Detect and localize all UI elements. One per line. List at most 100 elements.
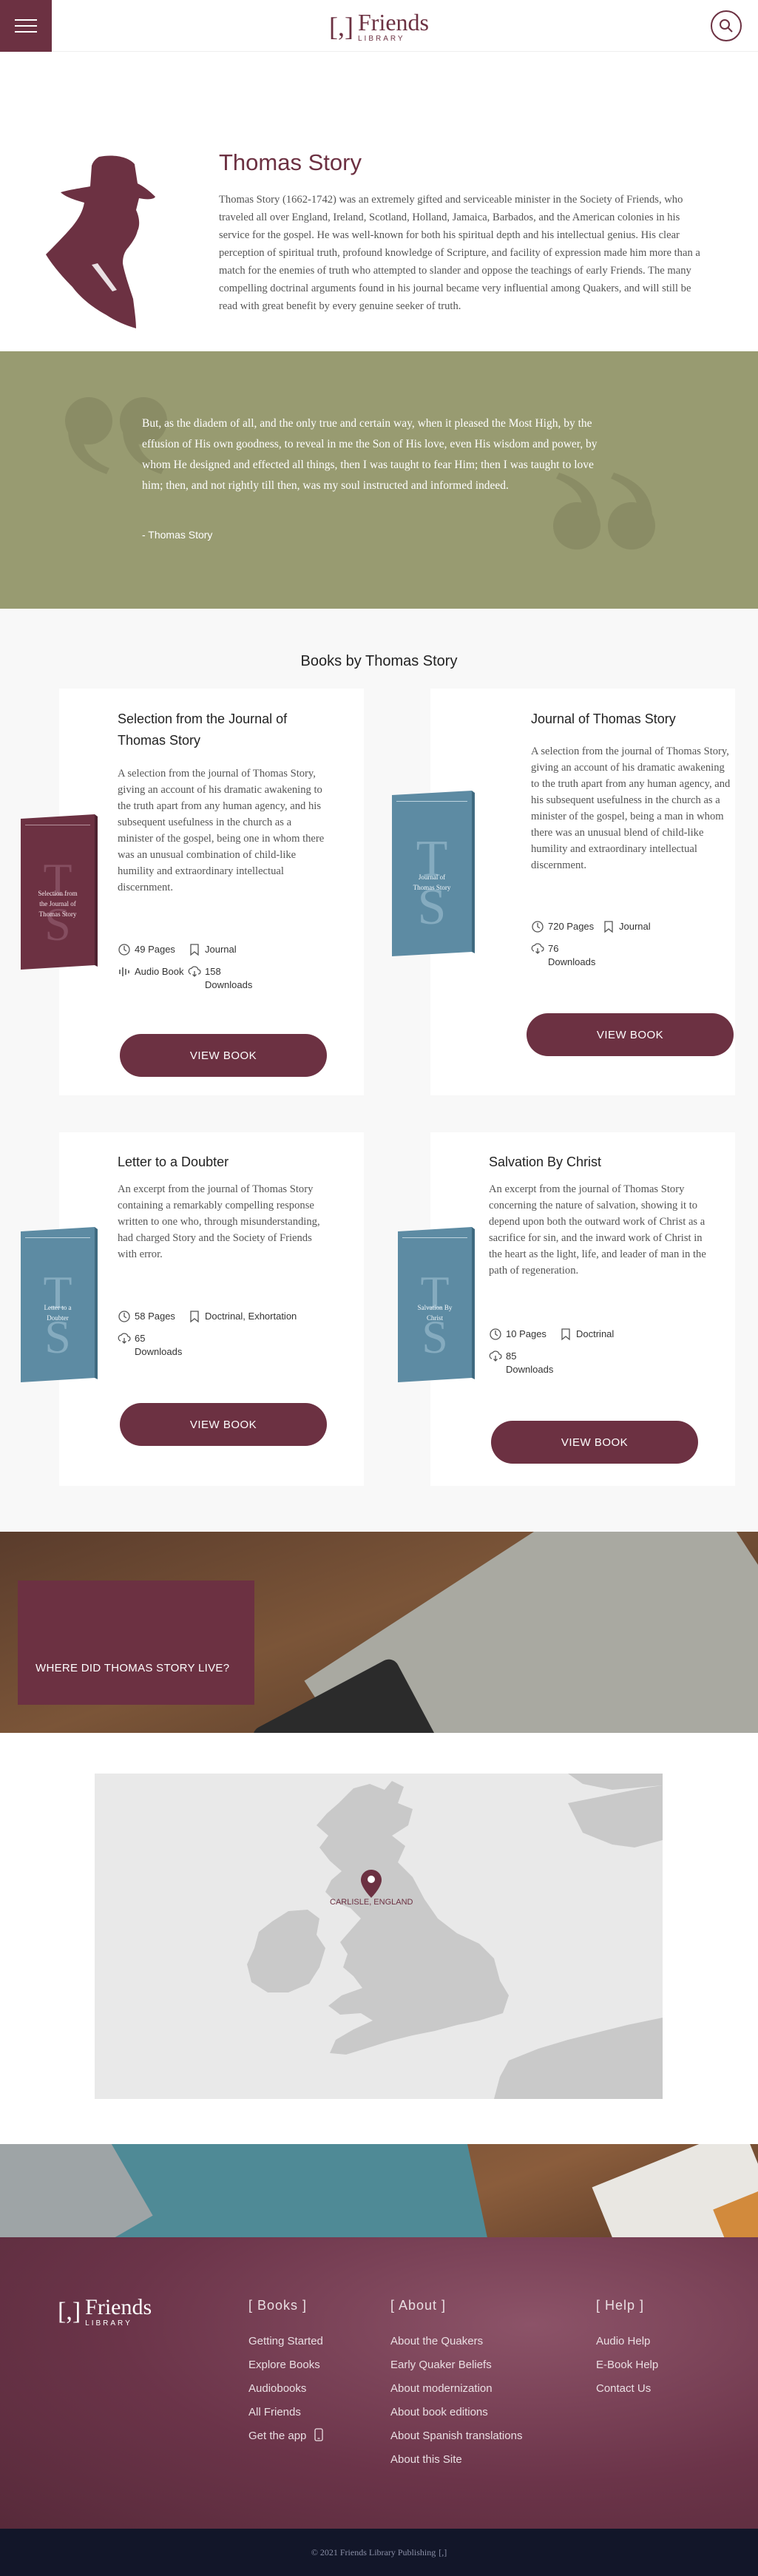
view-book-button[interactable]: VIEW BOOK bbox=[120, 1403, 327, 1446]
footer-link-spanish-translations[interactable]: About Spanish translations bbox=[390, 2424, 522, 2448]
author-section: Thomas Story Thomas Story (1662-1742) wa… bbox=[0, 52, 758, 351]
logo-name: Friends bbox=[357, 9, 429, 36]
book-card: T S Salvation By Christ Salvation By Chr… bbox=[398, 1132, 735, 1486]
footer-help-heading: [ Help ] bbox=[596, 2298, 645, 2313]
book-downloads: 158 Downloads bbox=[188, 965, 252, 992]
uk-map bbox=[95, 1774, 663, 2099]
clock-icon bbox=[118, 944, 130, 956]
footer-books-column: [ Books ] Getting Started Explore Books … bbox=[248, 2298, 323, 2448]
book-tag-label: Doctrinal bbox=[576, 1328, 615, 1339]
quote-section: But, as the diadem of all, and the only … bbox=[0, 351, 758, 609]
bookmark-icon bbox=[190, 1311, 199, 1323]
clock-icon bbox=[532, 921, 544, 933]
svg-text:Letter to a: Letter to a bbox=[44, 1304, 72, 1311]
book-description: A selection from the journal of Thomas S… bbox=[118, 768, 325, 893]
footer-link-early-beliefs[interactable]: Early Quaker Beliefs bbox=[390, 2353, 522, 2377]
footer-link-about-site[interactable]: About this Site bbox=[390, 2448, 522, 2472]
footer-link-contact-us[interactable]: Contact Us bbox=[596, 2377, 658, 2401]
book-description: A selection from the journal of Thomas S… bbox=[531, 746, 731, 871]
footer-link-audiobooks[interactable]: Audiobooks bbox=[248, 2377, 323, 2401]
logo-bracket: [,] bbox=[329, 12, 353, 41]
quote-attribution: - Thomas Story bbox=[142, 529, 213, 541]
footer-help-column: [ Help ] Audio Help E-Book Help Contact … bbox=[596, 2298, 658, 2401]
book-tag-label: Journal bbox=[619, 921, 651, 932]
footer-link-get-the-app[interactable]: Get the app bbox=[248, 2424, 323, 2448]
footer-link-audio-help[interactable]: Audio Help bbox=[596, 2330, 658, 2353]
book-pages: 720 Pages bbox=[531, 920, 594, 933]
logo-sub: LIBRARY bbox=[357, 35, 405, 43]
author-bio: Thomas Story (1662-1742) was an extremel… bbox=[219, 194, 700, 312]
book-pages-label: 10 Pages bbox=[506, 1328, 546, 1339]
location-pin-icon[interactable] bbox=[361, 1870, 382, 1898]
books-heading: Books by Thomas Story bbox=[300, 653, 458, 669]
footer-link-explore-books[interactable]: Explore Books bbox=[248, 2353, 323, 2377]
book-description: An excerpt from the journal of Thomas St… bbox=[489, 1183, 706, 1277]
svg-text:Christ: Christ bbox=[427, 1314, 444, 1322]
view-book-button[interactable]: VIEW BOOK bbox=[491, 1421, 698, 1464]
residence-banner: WHERE DID THOMAS STORY LIVE? bbox=[0, 1532, 758, 1733]
footer-about-heading: [ About ] bbox=[390, 2298, 447, 2313]
book-tag-label: Journal bbox=[205, 944, 237, 955]
view-book-button[interactable]: VIEW BOOK bbox=[120, 1034, 327, 1077]
author-silhouette-icon bbox=[46, 155, 155, 328]
book-tag: Doctrinal, Exhortation bbox=[188, 1310, 297, 1323]
footer-link-book-editions[interactable]: About book editions bbox=[390, 2401, 522, 2424]
book-title[interactable]: Selection from the Journal of Thomas Sto… bbox=[118, 709, 325, 751]
residence-heading-box: WHERE DID THOMAS STORY LIVE? bbox=[18, 1581, 254, 1705]
hamburger-icon bbox=[15, 19, 37, 21]
site-logo[interactable]: [,] Friends LIBRARY bbox=[329, 10, 429, 43]
book-audio-label: Audio Book bbox=[135, 966, 184, 977]
footer-link-getting-started[interactable]: Getting Started bbox=[248, 2330, 323, 2353]
book-title[interactable]: Journal of Thomas Story bbox=[531, 709, 723, 730]
book-pages-label: 58 Pages bbox=[135, 1311, 175, 1322]
footer-about-column: [ About ] About the Quakers Early Quaker… bbox=[390, 2298, 522, 2472]
book-downloads-count: 76 bbox=[548, 943, 559, 954]
book-title[interactable]: Letter to a Doubter bbox=[118, 1152, 325, 1173]
svg-text:Thomas Story: Thomas Story bbox=[413, 884, 451, 891]
book-card: T S Journal of Thomas Story Journal of T… bbox=[392, 689, 735, 1095]
book-cover: T S Journal of Thomas Story bbox=[392, 791, 475, 956]
footer-link-get-the-app-label: Get the app bbox=[248, 2430, 307, 2442]
menu-button[interactable] bbox=[0, 0, 52, 52]
book-downloads: 85 Downloads bbox=[489, 1350, 553, 1376]
book-pages-label: 720 Pages bbox=[548, 921, 595, 932]
cloud-download-icon bbox=[188, 966, 201, 977]
book-cover: T S Salvation By Christ bbox=[398, 1227, 475, 1382]
book-downloads-label: Downloads bbox=[205, 979, 253, 990]
book-pages-label: 49 Pages bbox=[135, 944, 175, 955]
book-card: T S Selection from the Journal of Thomas… bbox=[21, 689, 364, 1095]
footer-logo-sub: LIBRARY bbox=[85, 2319, 132, 2327]
book-pages: 10 Pages bbox=[489, 1328, 546, 1341]
copyright-bar: © 2021 Friends Library Publishing [,] bbox=[0, 2529, 758, 2576]
books-photo-banner bbox=[0, 2144, 758, 2237]
book-pages: 58 Pages bbox=[118, 1310, 175, 1323]
book-audio: Audio Book bbox=[118, 965, 184, 978]
clock-icon bbox=[118, 1311, 130, 1322]
site-header: [,] Friends LIBRARY bbox=[0, 0, 758, 52]
book-tag: Journal bbox=[602, 920, 651, 933]
book-downloads-label: Downloads bbox=[135, 1346, 183, 1357]
footer-logo[interactable]: [,] Friends LIBRARY bbox=[58, 2296, 152, 2327]
footer-link-modernization[interactable]: About modernization bbox=[390, 2377, 522, 2401]
book-title[interactable]: Salvation By Christ bbox=[489, 1152, 696, 1173]
footer-link-ebook-help[interactable]: E-Book Help bbox=[596, 2353, 658, 2377]
book-tag-label: Doctrinal, Exhortation bbox=[205, 1311, 297, 1322]
svg-text:Doubter: Doubter bbox=[47, 1314, 69, 1322]
view-book-button[interactable]: VIEW BOOK bbox=[527, 1013, 734, 1056]
svg-text:Salvation By: Salvation By bbox=[418, 1304, 453, 1311]
map[interactable]: CARLISLE, ENGLAND bbox=[95, 1774, 663, 2099]
footer-link-all-friends[interactable]: All Friends bbox=[248, 2401, 323, 2424]
copyright-logo-mark: [,] bbox=[439, 2546, 447, 2558]
phone-icon bbox=[314, 2428, 323, 2441]
search-icon bbox=[720, 19, 733, 33]
book-tag: Journal bbox=[188, 943, 237, 956]
search-button[interactable] bbox=[711, 10, 742, 41]
svg-text:the Journal of: the Journal of bbox=[39, 900, 76, 907]
residence-heading: WHERE DID THOMAS STORY LIVE? bbox=[35, 1662, 230, 1674]
author-name: Thomas Story bbox=[219, 149, 362, 175]
cloud-download-icon bbox=[118, 1333, 131, 1344]
hamburger-icon bbox=[15, 25, 37, 27]
footer-link-about-quakers[interactable]: About the Quakers bbox=[390, 2330, 522, 2353]
book-pages: 49 Pages bbox=[118, 943, 175, 956]
book-downloads-count: 65 bbox=[135, 1333, 146, 1344]
